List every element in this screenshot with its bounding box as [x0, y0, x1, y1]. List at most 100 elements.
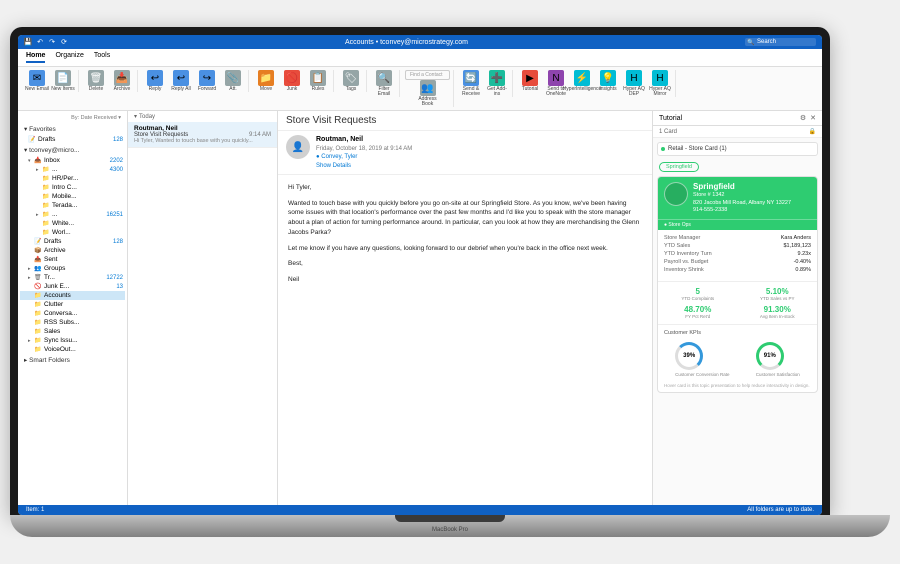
folder-archive[interactable]: 📦Archive [20, 246, 125, 255]
search-input[interactable]: Search [745, 38, 816, 46]
store-ops-link[interactable]: ● Store Ops [658, 219, 817, 230]
panel-close-icon[interactable]: ✕ [810, 114, 816, 122]
ribbon-reply-all[interactable]: ↩Reply All [169, 70, 193, 92]
ribbon-move[interactable]: 📁Move [254, 70, 278, 92]
folder-groups[interactable]: ▸👥Groups [20, 264, 125, 273]
folder-junk-e-[interactable]: 🚫Junk E...13 [20, 282, 125, 291]
metric-row: Store ManagerKara Anders [664, 234, 811, 242]
ribbon-hyper-aq-mirror[interactable]: HHyper AQ Mirror [648, 70, 672, 97]
sender-avatar: 👤 [286, 135, 310, 159]
tree-section[interactable]: ▸ Smart Folders [20, 354, 125, 366]
sort-dropdown[interactable]: By: Date Received ▾ [71, 115, 121, 121]
folder-clutter[interactable]: 📁Clutter [20, 300, 125, 309]
folder-icon: 📁 [34, 328, 42, 335]
ribbon-tutorial[interactable]: ▶Tutorial [518, 70, 542, 97]
message-body: Hi Tyler,Wanted to touch base with you q… [278, 175, 652, 299]
folder-icon: 🗑 [34, 274, 42, 281]
tree-section[interactable]: ▾ tconvey@micro... [20, 144, 125, 156]
folder-terada-[interactable]: 📁Terada... [20, 201, 125, 210]
menubar: Home Organize Tools [18, 49, 822, 67]
folder-tr-[interactable]: ▸🗑Tr...12722 [20, 273, 125, 282]
folder-intro-c-[interactable]: 📁Intro C... [20, 183, 125, 192]
ribbon-junk[interactable]: 🚫Junk [280, 70, 304, 92]
item-count: Item: 1 [26, 507, 44, 513]
folder-icon: 📥 [34, 157, 42, 164]
menu-tab-home[interactable]: Home [26, 52, 45, 63]
folder-inbox[interactable]: ▾📥Inbox2202 [20, 156, 125, 165]
folder-conversa-[interactable]: 📁Conversa... [20, 309, 125, 318]
menu-tab-tools[interactable]: Tools [94, 52, 110, 63]
archive-icon: 📥 [114, 70, 130, 86]
message-list: ▾ TodayRoutman, NeilStore Visit Requests… [128, 111, 278, 505]
redo-icon[interactable]: ↷ [48, 38, 56, 46]
new-email-icon: ✉ [29, 70, 45, 86]
folder-sync-issu-[interactable]: ▸📁Sync Issu... [20, 336, 125, 345]
ribbon-new-items[interactable]: 📄New Items [51, 70, 75, 92]
folder-icon: 📁 [34, 292, 42, 299]
folder-drafts[interactable]: 📝Drafts128 [20, 237, 125, 246]
show-details-link[interactable]: Show Details [316, 162, 412, 170]
rules-icon: 📋 [310, 70, 326, 86]
panel-settings-icon[interactable]: ⚙ [800, 114, 806, 122]
find-contact-input[interactable]: Find a Contact [405, 70, 450, 80]
folder-icon: 📁 [42, 220, 50, 227]
day-header[interactable]: ▾ Today [128, 111, 277, 122]
hyper-aq-dep-icon: H [626, 70, 642, 86]
reply-icon: ↩ [147, 70, 163, 86]
recipient-icon: ● [316, 154, 320, 160]
ribbon-hyper-aq-dep[interactable]: HHyper AQ DEP [622, 70, 646, 97]
junk-icon: 🚫 [284, 70, 300, 86]
folder-icon: 📁 [34, 310, 42, 317]
folder-hr-per-[interactable]: 📁HR/Per... [20, 174, 125, 183]
sender-name: Routman, Neil [316, 135, 412, 145]
ribbon-att-[interactable]: 📎Att. [221, 70, 245, 92]
folder--[interactable]: ▸📁...4300 [20, 165, 125, 174]
ribbon-send-to-onenote[interactable]: NSend to OneNote [544, 70, 568, 97]
folder-icon: 📁 [34, 346, 42, 353]
folder-sales[interactable]: 📁Sales [20, 327, 125, 336]
metric-row: YTD Inventory Turn9.23x [664, 250, 811, 258]
status-bar: Item: 1 All folders are up to date. [18, 505, 822, 515]
gauge: 39%Customer Conversion Rate [675, 342, 729, 377]
stat-cell: 5.10%YTD Sales vs PY [738, 285, 818, 303]
move-icon: 📁 [258, 70, 274, 86]
folder-icon: 🚫 [34, 283, 42, 290]
folder-white-[interactable]: 📁White... [20, 219, 125, 228]
ribbon-forward[interactable]: ↪Forward [195, 70, 219, 92]
address-book-icon: 👥 [420, 80, 436, 96]
message-item[interactable]: Routman, NeilStore Visit Requests9:14 AM… [128, 122, 277, 148]
ribbon-delete[interactable]: 🗑Delete [84, 70, 108, 92]
folder-mobile-[interactable]: 📁Mobile... [20, 192, 125, 201]
ribbon-new-email[interactable]: ✉New Email [25, 70, 49, 92]
folder-icon: 📁 [42, 229, 50, 236]
ribbon-hyperintelligence[interactable]: ⚡HyperIntelligence [570, 70, 594, 97]
store-chip[interactable]: Springfield [659, 162, 699, 172]
folder--[interactable]: ▸📁...16251 [20, 210, 125, 219]
ribbon-rules[interactable]: 📋Rules [306, 70, 330, 92]
ribbon-insights[interactable]: 💡Insights [596, 70, 620, 97]
folder-sent[interactable]: 📤Sent [20, 255, 125, 264]
ribbon-send-receive[interactable]: 🔄Send & Receive [459, 70, 483, 97]
save-icon[interactable]: 💾 [24, 38, 32, 46]
card-category[interactable]: Retail - Store Card (1) [657, 142, 818, 156]
ribbon-archive[interactable]: 📥Archive [110, 70, 134, 92]
recipient-name: Convey, Tyler [321, 154, 357, 160]
folder-icon: 📝 [28, 136, 36, 143]
ribbon-get-add-ins[interactable]: ➕Get Add-ins [485, 70, 509, 97]
metric-row: Inventory Shrink0.89% [664, 266, 811, 274]
menu-tab-organize[interactable]: Organize [55, 52, 83, 63]
folder-drafts[interactable]: 📝Drafts128 [20, 135, 125, 144]
undo-icon[interactable]: ↶ [36, 38, 44, 46]
att--icon: 📎 [225, 70, 241, 86]
ribbon-reply[interactable]: ↩Reply [143, 70, 167, 92]
folder-voiceout-[interactable]: 📁VoiceOut... [20, 345, 125, 354]
folder-accounts[interactable]: 📁Accounts [20, 291, 125, 300]
ribbon-filter-email[interactable]: 🔍Filter Email [372, 70, 396, 97]
refresh-icon[interactable]: ⟳ [60, 38, 68, 46]
folder-icon: 📁 [42, 166, 50, 173]
ribbon-address-book[interactable]: 👥Address Book [416, 80, 440, 107]
folder-worl-[interactable]: 📁Worl... [20, 228, 125, 237]
tree-section[interactable]: ▾ Favorites [20, 123, 125, 135]
ribbon-tags[interactable]: 🏷Tags [339, 70, 363, 92]
folder-rss-subs-[interactable]: 📁RSS Subs... [20, 318, 125, 327]
